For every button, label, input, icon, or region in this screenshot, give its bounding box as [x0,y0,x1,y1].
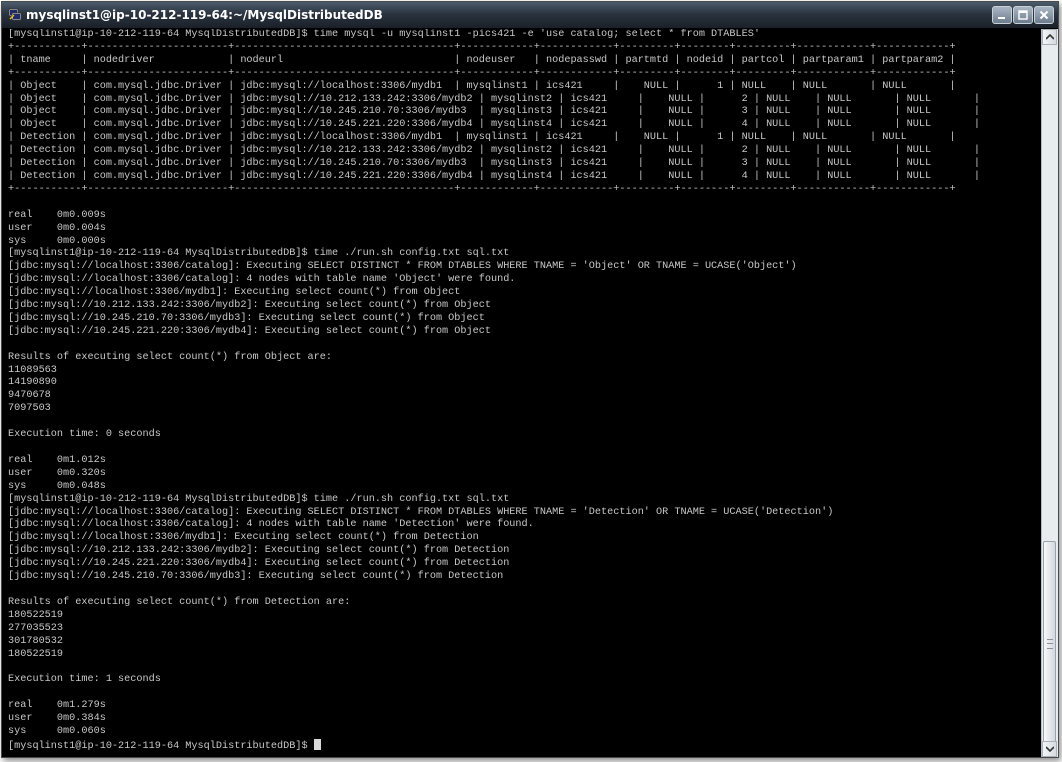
close-icon [1039,10,1049,20]
terminal-line: [jdbc:mysql://localhost:3306/catalog]: 4… [8,274,516,286]
vertical-scrollbar[interactable] [1041,29,1058,757]
terminal-line: [jdbc:mysql://localhost:3306/catalog]: E… [8,261,797,273]
minimize-icon [998,17,1005,19]
terminal-line: +-----------+-----------------------+---… [8,67,956,79]
terminal-line: real 0m0.009s [8,209,106,221]
terminal-line: user 0m0.320s [8,467,106,479]
terminal-line: | Object | com.mysql.jdbc.Driver | jdbc:… [8,93,981,105]
terminal-line: sys 0m0.060s [8,725,106,737]
terminal-line: | Detection | com.mysql.jdbc.Driver | jd… [8,170,981,182]
terminal-text: [mysqlinst1@ip-10-212-119-64 MysqlDistri… [8,29,1038,751]
terminal-line: user 0m0.004s [8,222,106,234]
text-cursor [313,738,321,750]
scroll-up-button[interactable] [1042,29,1057,45]
terminal-output[interactable]: [mysqlinst1@ip-10-212-119-64 MysqlDistri… [8,29,1038,751]
terminal-line: | Detection | com.mysql.jdbc.Driver | jd… [8,145,981,157]
putty-terminal-icon[interactable] [8,8,22,21]
terminal-window: mysqlinst1@ip-10-212-119-64:~/MysqlDistr… [1,1,1059,758]
terminal-line: [jdbc:mysql://localhost:3306/mydb1]: Exe… [8,287,461,299]
terminal-line: Execution time: 0 seconds [8,429,161,441]
terminal-line: Execution time: 1 seconds [8,674,161,686]
terminal-line: [jdbc:mysql://10.212.133.242:3306/mydb2]… [8,545,510,557]
terminal-line: 11089563 [8,364,57,376]
terminal-line: | Detection | com.mysql.jdbc.Driver | jd… [8,132,956,144]
terminal-line: real 0m1.012s [8,454,106,466]
terminal-lines: [mysqlinst1@ip-10-212-119-64 MysqlDistri… [8,29,980,737]
terminal-line: [jdbc:mysql://10.245.221.220:3306/mydb4]… [8,325,491,337]
window-title: mysqlinst1@ip-10-212-119-64:~/MysqlDistr… [26,8,383,22]
terminal-line: [mysqlinst1@ip-10-212-119-64 MysqlDistri… [8,29,760,40]
terminal-line: 7097503 [8,403,51,415]
terminal-line: | tname | nodedriver | nodeurl | nodeuse… [8,54,956,66]
terminal-line: [jdbc:mysql://10.212.133.242:3306/mydb2]… [8,300,491,312]
terminal-line: user 0m0.384s [8,713,106,725]
terminal-line: +-----------+-----------------------+---… [8,183,956,195]
terminal-line: [jdbc:mysql://localhost:3306/catalog]: 4… [8,519,534,531]
maximize-icon [1018,10,1028,20]
terminal-line: 180522519 [8,648,64,660]
terminal-line: sys 0m0.000s [8,235,106,247]
terminal-line: 14190890 [8,377,57,389]
arrow-up-icon [1045,34,1054,40]
terminal-line: [jdbc:mysql://10.245.210.70:3306/mydb3]:… [8,312,485,324]
terminal-line: 180522519 [8,609,64,621]
terminal-line: +-----------+-----------------------+---… [8,41,956,53]
terminal-line: | Object | com.mysql.jdbc.Driver | jdbc:… [8,119,981,131]
terminal-line: | Detection | com.mysql.jdbc.Driver | jd… [8,158,981,170]
maximize-button[interactable] [1013,6,1033,24]
terminal-line: 9470678 [8,390,51,402]
terminal-line: [jdbc:mysql://10.245.221.220:3306/mydb4]… [8,558,510,570]
grip-icon [1047,639,1053,649]
shell-prompt: [mysqlinst1@ip-10-212-119-64 MysqlDistri… [8,740,314,751]
scroll-thumb[interactable] [1043,541,1056,748]
terminal-line: sys 0m0.048s [8,480,106,492]
terminal-line: | Object | com.mysql.jdbc.Driver | jdbc:… [8,80,956,92]
window-controls [992,6,1054,24]
close-button[interactable] [1034,6,1054,24]
terminal-line: 277035523 [8,622,64,634]
terminal-line: Results of executing select count(*) fro… [8,351,333,363]
terminal-line: [mysqlinst1@ip-10-212-119-64 MysqlDistri… [8,248,510,260]
terminal-line: [jdbc:mysql://localhost:3306/catalog]: E… [8,506,834,518]
minimize-button[interactable] [992,6,1012,24]
terminal-line: Results of executing select count(*) fro… [8,596,351,608]
terminal-line: [jdbc:mysql://10.245.210.70:3306/mydb3]:… [8,571,504,583]
terminal-line: 301780532 [8,635,64,647]
scroll-down-button[interactable] [1042,741,1057,757]
terminal-line: [jdbc:mysql://localhost:3306/mydb1]: Exe… [8,532,479,544]
arrow-down-icon [1045,746,1054,752]
terminal-line: [mysqlinst1@ip-10-212-119-64 MysqlDistri… [8,493,510,505]
title-bar[interactable]: mysqlinst1@ip-10-212-119-64:~/MysqlDistr… [2,2,1058,29]
terminal-line: real 0m1.279s [8,700,106,712]
terminal-line: | Object | com.mysql.jdbc.Driver | jdbc:… [8,106,981,118]
